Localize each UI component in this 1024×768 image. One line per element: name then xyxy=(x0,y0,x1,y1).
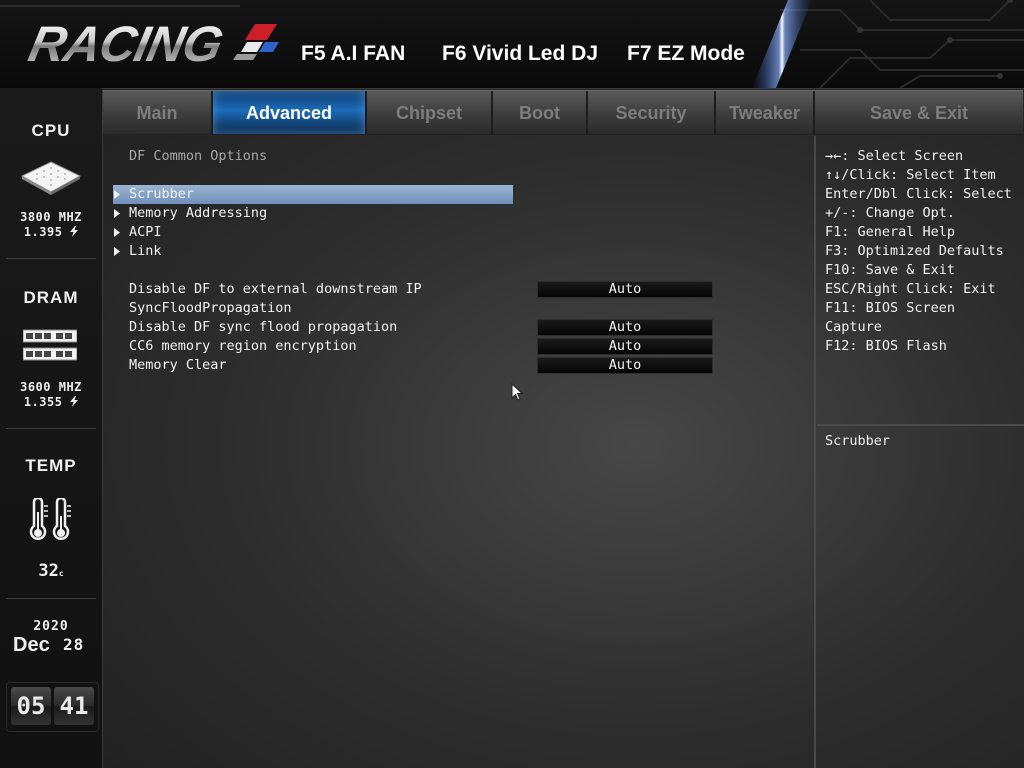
tab-chipset[interactable]: Chipset xyxy=(367,91,493,134)
cpu-voltage-row: 1.395 xyxy=(0,225,102,239)
help-capture: Capture xyxy=(825,319,882,335)
date-year: 2020 xyxy=(33,619,69,634)
help-exit: ESC/Right Click: Exit xyxy=(825,281,996,297)
help-divider xyxy=(817,424,1024,426)
submenu-arrow-icon xyxy=(114,228,120,237)
settings-panel xyxy=(105,136,816,768)
submenu-arrow-icon xyxy=(114,209,120,218)
help-select-screen: →←: Select Screen xyxy=(825,148,964,164)
thermometer-icon xyxy=(29,498,71,540)
dram-frequency: 3600 MHZ xyxy=(20,380,82,394)
submenu-arrow-icon xyxy=(114,190,120,199)
temp-unit: c xyxy=(58,569,64,578)
help-select-item: ↑↓/Click: Select Item xyxy=(825,167,996,183)
help-bios-flash: F12: BIOS Flash xyxy=(825,338,947,354)
help-change-opt: +/-: Change Opt. xyxy=(825,205,956,221)
help-save-exit: F10: Save & Exit xyxy=(825,262,956,278)
voltage-bolt-icon xyxy=(70,396,79,407)
header-bar: RACING F5 A.I FAN F6 Vivid Led DJ F7 EZ … xyxy=(0,0,1024,89)
cpu-frequency: 3800 MHZ xyxy=(20,210,82,224)
temp-title: TEMP xyxy=(25,456,77,475)
hotkey-ez-mode[interactable]: F7 EZ Mode xyxy=(627,43,745,64)
cpu-voltage: 1.395 xyxy=(23,225,63,239)
bios-screen: RACING F5 A.I FAN F6 Vivid Led DJ F7 EZ … xyxy=(0,0,1024,768)
tab-main[interactable]: Main xyxy=(103,91,213,134)
submenu-label: ACPI xyxy=(129,224,162,240)
setting-disable-df-external-downstream[interactable]: Disable DF to external downstream IP xyxy=(129,280,422,299)
date-month: Dec xyxy=(13,634,50,656)
submenu-label: Link xyxy=(129,243,162,259)
help-enter-select: Enter/Dbl Click: Select xyxy=(825,186,1012,202)
sidebar-divider xyxy=(6,598,96,599)
sidebar-divider xyxy=(6,258,96,259)
clock-hour: 05 xyxy=(11,687,51,725)
sidebar-divider xyxy=(6,428,96,429)
setting-disable-df-sync-flood[interactable]: Disable DF sync flood propagation xyxy=(129,318,397,337)
tab-security[interactable]: Security xyxy=(588,91,716,134)
light-streak xyxy=(752,0,812,88)
racing-logo-text: RACING xyxy=(24,16,228,72)
dram-module-icon xyxy=(23,329,77,361)
status-sidebar: CPU 3800 MHZ 1.395 DRAM 3600 MHZ 1.355 T… xyxy=(0,88,103,768)
date-day: 28 xyxy=(63,635,85,654)
tab-boot[interactable]: Boot xyxy=(493,91,588,134)
racing-logo-mark-icon xyxy=(233,24,279,60)
section-title: DF Common Options xyxy=(129,148,268,164)
tab-advanced[interactable]: Advanced xyxy=(213,91,367,134)
clock-display: 05 41 xyxy=(6,682,99,732)
setting-memory-clear[interactable]: Memory Clear xyxy=(129,356,227,375)
mouse-cursor-icon xyxy=(511,383,523,401)
help-general-help: F1: General Help xyxy=(825,224,956,240)
setting-value-dropdown[interactable]: Auto xyxy=(537,281,713,298)
setting-syncfloodpropagation: SyncFloodPropagation xyxy=(129,300,292,316)
temp-readout: 32c xyxy=(0,561,102,581)
voltage-bolt-icon xyxy=(70,226,79,237)
hotkey-ai-fan[interactable]: F5 A.I FAN xyxy=(301,43,405,64)
hotkey-vivid-led-dj[interactable]: F6 Vivid Led DJ xyxy=(442,43,598,64)
clock-minute: 41 xyxy=(54,687,94,725)
cpu-title: CPU xyxy=(31,121,71,140)
tab-bar: Main Advanced Chipset Boot Security Twea… xyxy=(103,90,1023,135)
dram-voltage: 1.355 xyxy=(23,395,63,409)
tab-save-exit[interactable]: Save & Exit xyxy=(815,91,1023,134)
setting-value-dropdown[interactable]: Auto xyxy=(537,338,713,355)
setting-cc6-memory-encryption[interactable]: CC6 memory region encryption xyxy=(129,337,357,356)
dram-voltage-row: 1.355 xyxy=(0,395,102,409)
help-optimized-defaults: F3: Optimized Defaults xyxy=(825,243,1004,259)
submenu-arrow-icon xyxy=(114,247,120,256)
temp-value: 32 xyxy=(38,561,59,581)
setting-value-dropdown[interactable]: Auto xyxy=(537,357,713,374)
help-bios-screen: F11: BIOS Screen xyxy=(825,300,956,316)
dram-title: DRAM xyxy=(23,288,79,307)
submenu-label: Scrubber xyxy=(129,186,195,202)
submenu-label: Memory Addressing xyxy=(129,205,268,221)
tab-tweaker[interactable]: Tweaker xyxy=(716,91,815,134)
help-description: Scrubber xyxy=(825,433,891,449)
cpu-chip-icon xyxy=(20,161,82,195)
setting-value-dropdown[interactable]: Auto xyxy=(537,319,713,336)
